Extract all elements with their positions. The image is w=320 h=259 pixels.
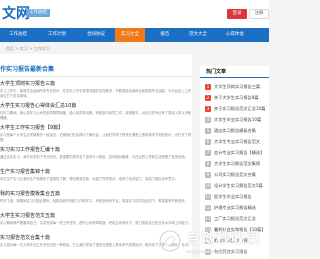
hot-list-item[interactable]: 4 大学生毕业实习报告10篇 — [200, 114, 269, 125]
article-excerpt: 时光飞逝，转眼间实习已接近尾声，回顾这段时间的工作和学习，有收获也有不足，现将实… — [0, 199, 188, 203]
rank-badge: 6 — [205, 139, 211, 145]
rank-badge: 8 — [205, 161, 211, 167]
nav-item-work-plan[interactable]: 工作计划 — [42, 28, 72, 42]
article-title[interactable]: 大学生实习报告范文五篇 — [0, 213, 192, 220]
hot-item-label: 关于实习报告范文汇总10篇 — [214, 106, 266, 111]
nav-item-sample-essays[interactable]: 范文大全 — [183, 28, 213, 42]
hot-list-item[interactable]: 1 大学生顶岗实习报告三篇 — [200, 81, 269, 92]
hot-list-item[interactable]: 7 会计专业实习报告【精选】 — [200, 147, 269, 158]
hot-item-label: 设计学生实习报告范文5篇 — [214, 183, 263, 188]
page-title: 作实习报告最新合集 — [0, 66, 55, 73]
rank-badge: 2 — [205, 95, 211, 101]
list-item: 大学生顶岗实习报告三篇 实习工作中，能够灵活运用所学专业知识，在实际工作中发现问… — [0, 81, 192, 99]
hot-list-item[interactable]: 13 工厂实习报告范文汇总 — [200, 213, 269, 224]
watermark-logo-icon — [158, 229, 182, 253]
top-bar: 文网 工作总结 登录 注册 — [0, 0, 269, 28]
hot-item-label: 公司实习报告范文合集 — [214, 172, 256, 177]
rank-badge: 7 — [205, 150, 211, 156]
rank-badge: 12 — [205, 205, 211, 211]
rank-badge: 4 — [205, 117, 211, 123]
article-title[interactable]: 实习实习工作报告汇编十篇 — [0, 147, 192, 154]
main-nav: 工作总结 工作计划 合同协议 实习大全 报告 范文大全 心得体会 — [0, 28, 269, 42]
hot-list-item[interactable]: 8 大学生实习报告范文集锦 — [200, 158, 269, 169]
nav-item-report[interactable]: 报告 — [150, 28, 180, 42]
article-excerpt: 在实习期间，我认真学习公司的各项规章制度，虚心向同事请教，积极参与各项工作，收获… — [0, 111, 192, 120]
article-excerpt: 实习是每个大学生必须拥有的一段经历，它使我们在实践中了解社会，让我们学到了很多在… — [0, 133, 192, 142]
hot-item-label: 医学生毕业实习报告 — [214, 194, 252, 199]
list-item: 大学生工作实习报告【9篇】 实习是每个大学生必须拥有的一段经历，它使我们在实践中… — [0, 125, 192, 143]
hot-list-item[interactable]: 5 酒店实习报告模板合集 — [200, 125, 269, 136]
title-divider — [0, 76, 192, 77]
watermark-text: 自动秒收录 — [186, 231, 261, 247]
article-excerpt: 通过这次实习，我不仅学到了专业知识，更重要的是学会了如何与人相处、如何面对困难，… — [0, 155, 188, 159]
article-title[interactable]: 大学生工作实习报告【9篇】 — [0, 125, 192, 132]
hot-item-label: 会计专业实习报告【精选】 — [214, 150, 265, 155]
article-title[interactable]: 我的实习报告模板集合五篇 — [0, 191, 192, 198]
register-button[interactable]: 注册 — [249, 9, 269, 19]
hot-item-label: 工厂实习报告范文汇总 — [214, 216, 256, 221]
nav-item-contract[interactable]: 合同协议 — [81, 28, 111, 42]
sidebar-title: 热门文章 — [206, 69, 227, 75]
nav-item-internship[interactable]: 实习大全 — [115, 28, 145, 42]
sidebar-header: 热门文章 — [200, 66, 269, 78]
hot-list-item[interactable]: 10 设计学生实习报告范文5篇 — [200, 180, 269, 191]
list-item: 生产实习报告集锦十篇 本次生产实习让我对生产流程有了直观的了解，理论联系实际，巩… — [0, 169, 192, 187]
article-excerpt: 实习工作中，能够灵活运用所学专业知识，在实际工作中发现问题并及时解决，不断提高自… — [0, 89, 192, 98]
rank-badge: 3 — [205, 106, 211, 112]
hot-item-label: 大学生毕业实习报告10篇 — [214, 117, 262, 122]
article-title[interactable]: 生产实习报告集锦十篇 — [0, 169, 192, 176]
article-title[interactable]: 大学生实习报告心得体会汇总10篇 — [0, 103, 192, 110]
hot-item-label: 护理专业实习报告精选 — [214, 205, 256, 210]
rank-badge: 13 — [205, 216, 211, 222]
watermark-url: WWW.ZIDONGMIAOSHOULU.COM — [186, 250, 241, 254]
rank-badge: 11 — [205, 194, 211, 200]
hot-list-item[interactable]: 6 大学生专业实习报告范文 — [200, 136, 269, 147]
login-button[interactable]: 登录 — [227, 9, 247, 19]
rank-badge: 9 — [205, 172, 211, 178]
breadcrumb[interactable]: 首页 > 实习 > 工作实习 — [6, 45, 50, 52]
hot-item-label: 酒店实习报告模板合集 — [214, 128, 256, 133]
hot-list-item[interactable]: 9 公司实习报告范文合集 — [200, 169, 269, 180]
hot-item-label: 关于大学生实习报告8篇 — [214, 95, 259, 100]
list-item: 大学生实习报告心得体会汇总10篇 在实习期间，我认真学习公司的各项规章制度，虚心… — [0, 103, 192, 121]
hot-list-item[interactable]: 11 医学生毕业实习报告 — [200, 191, 269, 202]
watermark: 自动秒收录 WWW.ZIDONGMIAOSHOULU.COM — [158, 228, 269, 259]
rank-badge: 10 — [205, 183, 211, 189]
hot-item-label: 大学生专业实习报告范文 — [214, 139, 261, 144]
article-excerpt: 本次生产实习让我对生产流程有了直观的了解，理论联系实际，巩固了所学知识，培养了动… — [0, 177, 179, 181]
list-item: 我的实习报告模板集合五篇 时光飞逝，转眼间实习已接近尾声，回顾这段时间的工作和学… — [0, 191, 192, 209]
nav-item-reflections[interactable]: 心得体会 — [220, 28, 250, 42]
nav-item-work-summary[interactable]: 工作总结 — [3, 28, 33, 42]
hot-list-item[interactable]: 12 护理专业实习报告精选 — [200, 202, 269, 213]
hot-item-label: 大学生实习报告范文集锦 — [214, 161, 261, 166]
hot-list-item[interactable]: 2 关于大学生实习报告8篇 — [200, 92, 269, 103]
logo-tag: 工作总结 — [26, 9, 50, 17]
rank-badge: 5 — [205, 128, 211, 134]
list-item: 实习实习工作报告汇编十篇 通过这次实习，我不仅学到了专业知识，更重要的是学会了如… — [0, 147, 192, 165]
hot-list-item[interactable]: 3 关于实习报告范文汇总10篇 — [200, 103, 269, 114]
article-title[interactable]: 大学生顶岗实习报告三篇 — [0, 81, 192, 88]
rank-badge: 1 — [205, 84, 211, 90]
hot-item-label: 大学生顶岗实习报告三篇 — [214, 84, 261, 89]
